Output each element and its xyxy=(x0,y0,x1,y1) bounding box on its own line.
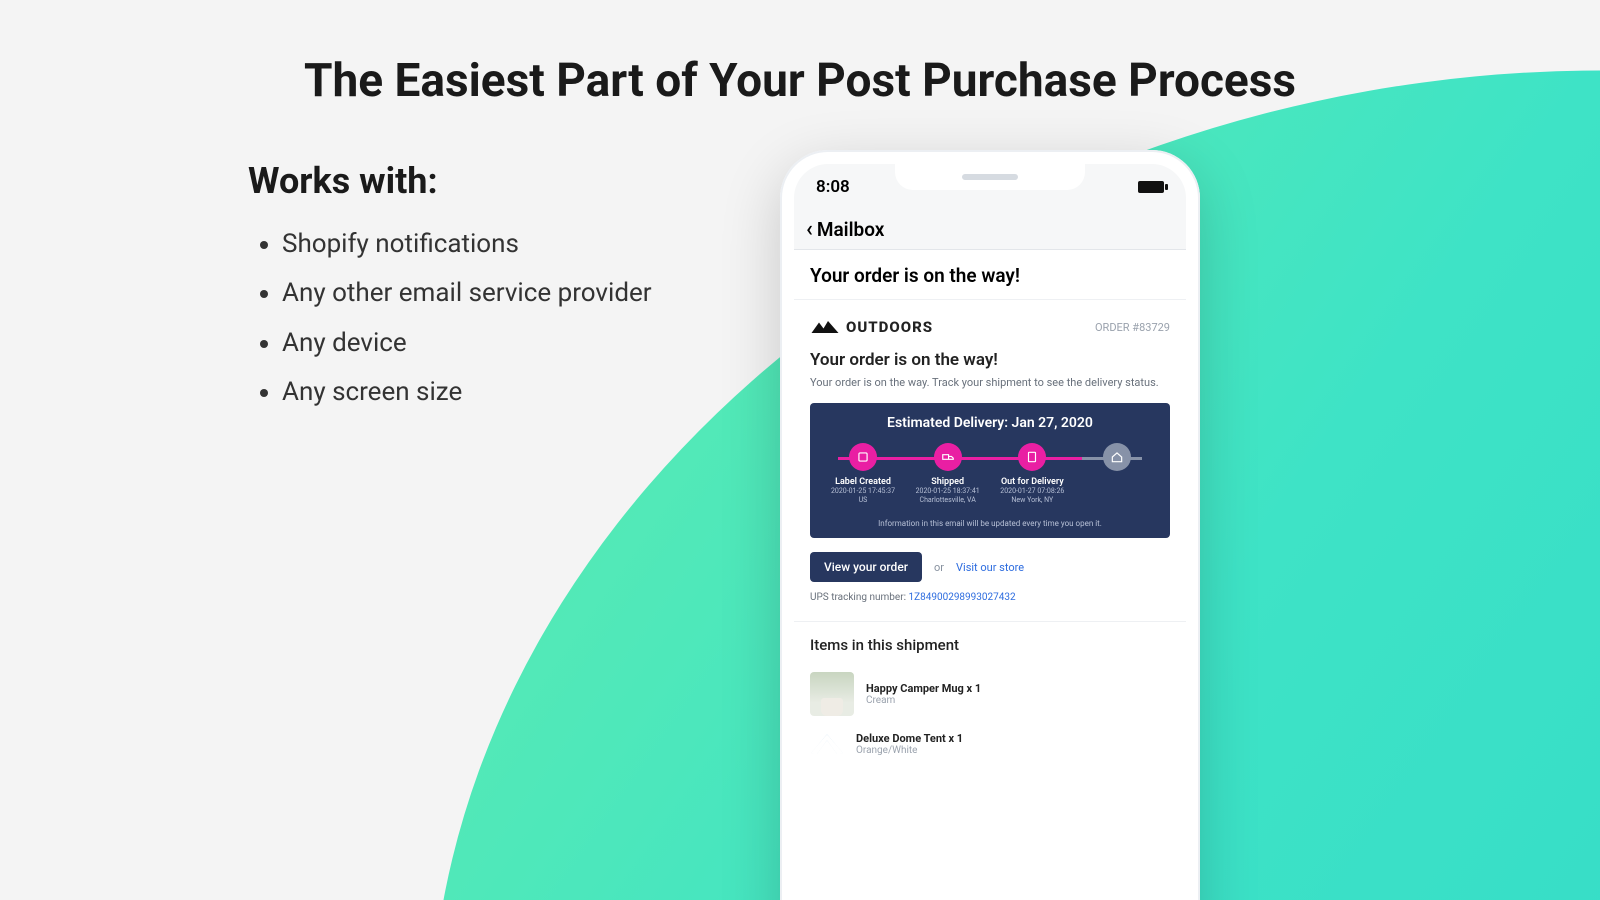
brand-logo: OUTDOORS xyxy=(810,318,933,336)
view-order-button[interactable]: View your order xyxy=(810,552,922,582)
item-name: Deluxe Dome Tent x 1 xyxy=(856,732,963,745)
truck-icon xyxy=(934,443,962,471)
list-item: Any device xyxy=(282,319,808,368)
email-description: Your order is on the way. Track your shi… xyxy=(810,376,1170,389)
item-name: Happy Camper Mug x 1 xyxy=(866,682,981,695)
item-variant: Cream xyxy=(866,695,981,706)
brand-name: OUTDOORS xyxy=(846,318,933,336)
item-thumbnail xyxy=(810,734,844,754)
tracking-step: Shipped 2020-01-25 18:37:41 Charlottesvi… xyxy=(911,443,985,505)
email-body: OUTDOORS ORDER #83729 Your order is on t… xyxy=(794,300,1186,764)
or-text: or xyxy=(934,561,944,574)
email-subject: Your order is on the way! xyxy=(794,250,1186,300)
tracking-step: Out for Delivery 2020-01-27 07:08:26 New… xyxy=(995,443,1069,505)
tracking-title: Estimated Delivery: Jan 27, 2020 xyxy=(820,415,1160,431)
tracking-number-row: UPS tracking number: 1Z84900298993027432 xyxy=(810,592,1170,603)
feature-heading: Works with: xyxy=(248,160,808,202)
tracking-step: Label Created 2020-01-25 17:45:37 US xyxy=(826,443,900,505)
delivery-icon xyxy=(1018,443,1046,471)
mountain-icon xyxy=(810,318,840,336)
phone-notch xyxy=(895,164,1085,190)
feature-list: Works with: Shopify notifications Any ot… xyxy=(248,160,808,418)
package-icon xyxy=(849,443,877,471)
list-item: Any screen size xyxy=(282,368,808,417)
order-number: ORDER #83729 xyxy=(1095,321,1170,334)
phone-mockup: 8:08 ‹ Mailbox Your order is on the way!… xyxy=(780,150,1200,900)
page-title: The Easiest Part of Your Post Purchase P… xyxy=(0,54,1600,108)
list-item: Shopify notifications xyxy=(282,220,808,269)
battery-icon xyxy=(1138,181,1164,193)
items-heading: Items in this shipment xyxy=(810,636,1170,654)
list-item: Any other email service provider xyxy=(282,269,808,318)
email-heading: Your order is on the way! xyxy=(810,350,1170,370)
visit-store-link[interactable]: Visit our store xyxy=(956,561,1024,574)
item-thumbnail xyxy=(810,672,854,716)
status-time: 8:08 xyxy=(816,177,850,197)
item-variant: Orange/White xyxy=(856,745,963,756)
mail-navbar[interactable]: ‹ Mailbox xyxy=(794,210,1186,250)
home-icon xyxy=(1103,443,1131,471)
shipment-item: Happy Camper Mug x 1 Cream xyxy=(810,664,1170,724)
marketing-slide: The Easiest Part of Your Post Purchase P… xyxy=(0,0,1600,900)
shipment-item: Deluxe Dome Tent x 1 Orange/White xyxy=(810,724,1170,764)
divider xyxy=(794,621,1186,622)
tracking-card: Estimated Delivery: Jan 27, 2020 Label C… xyxy=(810,403,1170,538)
chevron-left-icon[interactable]: ‹ xyxy=(806,217,813,242)
tracking-number-link[interactable]: 1Z84900298993027432 xyxy=(908,592,1015,603)
tracking-step-pending xyxy=(1080,443,1154,505)
tracking-note: Information in this email will be update… xyxy=(820,519,1160,528)
navbar-title: Mailbox xyxy=(817,218,885,241)
